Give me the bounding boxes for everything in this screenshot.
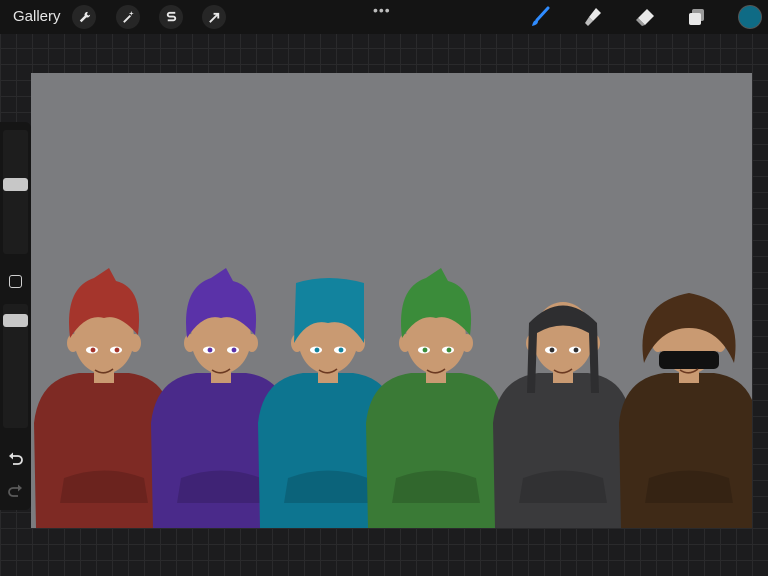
character-figure xyxy=(34,268,172,528)
sunglasses xyxy=(659,351,719,369)
opacity-slider[interactable] xyxy=(3,304,28,428)
pupil xyxy=(314,347,320,353)
pupil xyxy=(231,347,237,353)
pupil xyxy=(338,347,344,353)
hoodie xyxy=(493,373,631,528)
pupil xyxy=(446,347,452,353)
pupil xyxy=(114,347,120,353)
ear xyxy=(399,334,411,352)
top-toolbar: Gallery ••• xyxy=(0,0,768,34)
pupil xyxy=(207,347,213,353)
character-figure xyxy=(493,302,631,528)
undo-icon[interactable] xyxy=(7,450,24,467)
brush-size-slider[interactable] xyxy=(3,130,28,254)
character-figure xyxy=(619,293,752,528)
magic-wand-icon[interactable] xyxy=(116,5,140,29)
redo-icon[interactable] xyxy=(7,482,24,499)
character-figure xyxy=(366,268,504,528)
layers-icon[interactable] xyxy=(686,6,708,28)
hoodie-pocket xyxy=(519,470,607,503)
wrench-icon[interactable] xyxy=(72,5,96,29)
modify-button[interactable] xyxy=(9,275,22,288)
ear xyxy=(461,334,473,352)
hoodie-pocket xyxy=(284,470,372,503)
color-picker-swatch[interactable] xyxy=(739,6,761,28)
hoodie-pocket xyxy=(392,470,480,503)
artwork xyxy=(34,268,752,528)
hoodie xyxy=(34,373,172,528)
drawing-canvas[interactable] xyxy=(31,73,752,528)
pupil xyxy=(422,347,428,353)
brush-icon[interactable] xyxy=(529,6,551,28)
brush-size-thumb[interactable] xyxy=(3,178,28,191)
hoodie xyxy=(366,373,504,528)
pupil xyxy=(549,347,555,353)
eraser-icon[interactable] xyxy=(634,6,656,28)
selection-s-icon[interactable] xyxy=(159,5,183,29)
ear xyxy=(184,334,196,352)
hoodie xyxy=(619,373,752,528)
hoodie-pocket xyxy=(60,470,148,503)
left-sidebar xyxy=(0,122,31,510)
opacity-thumb[interactable] xyxy=(3,314,28,327)
ear xyxy=(246,334,258,352)
pupil xyxy=(573,347,579,353)
more-menu-icon[interactable]: ••• xyxy=(373,2,391,18)
gallery-button[interactable]: Gallery xyxy=(13,8,61,25)
hoodie-pocket xyxy=(645,470,733,503)
ear xyxy=(129,334,141,352)
transform-arrow-icon[interactable] xyxy=(202,5,226,29)
pupil xyxy=(90,347,96,353)
hoodie-pocket xyxy=(177,470,265,503)
ear xyxy=(67,334,79,352)
smudge-icon[interactable] xyxy=(582,6,604,28)
